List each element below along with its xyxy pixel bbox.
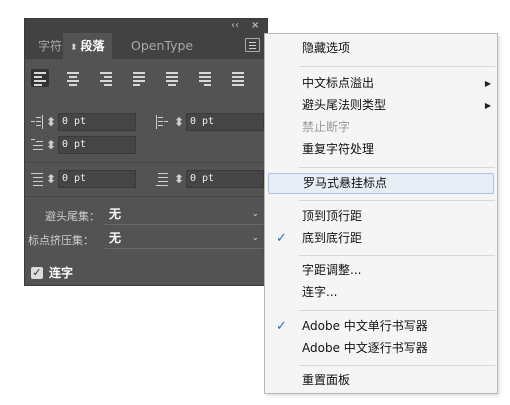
menu-separator xyxy=(299,200,495,201)
justify-all-icon[interactable] xyxy=(229,69,247,87)
space-after-icon xyxy=(156,172,168,186)
space-after-field[interactable]: 0 pt xyxy=(186,170,264,188)
chevron-down-icon: ⌄ xyxy=(251,233,259,243)
right-indent-field[interactable]: 0 pt xyxy=(186,113,264,131)
panel-flyout-menu: 隐藏选项 中文标点溢出 ▶ 避头尾法则类型 ▶ 禁止断字 重复字符处理 罗马式悬… xyxy=(264,33,498,394)
menu-separator xyxy=(299,66,495,67)
collapse-panel-icon[interactable]: ‹‹ xyxy=(231,19,239,33)
panel-tab-row: 字符 ⬍ 段落 OpenType xyxy=(25,33,267,59)
tab-paragraph[interactable]: ⬍ 段落 xyxy=(63,33,112,59)
space-before-spinner[interactable]: ⬍ xyxy=(46,172,56,186)
kinsoku-label: 避头尾集： xyxy=(45,210,100,223)
menu-item-kinsoku-type[interactable]: 避头尾法则类型 ▶ xyxy=(265,95,497,116)
right-indent-icon xyxy=(156,115,168,129)
align-right-icon[interactable] xyxy=(97,69,115,87)
justify-last-left-icon[interactable] xyxy=(130,69,148,87)
tab-arrows-icon: ⬍ xyxy=(70,43,78,53)
menu-item-burasagari[interactable]: 中文标点溢出 ▶ xyxy=(265,73,497,94)
menu-separator xyxy=(299,255,495,256)
menu-item-single-line-composer[interactable]: ✓ Adobe 中文单行书写器 xyxy=(265,316,497,337)
menu-separator xyxy=(299,167,495,168)
menu-item-justification[interactable]: 字距调整... xyxy=(265,260,497,281)
paragraph-panel: ‹‹ × 字符 ⬍ 段落 OpenType ⬍ 0 pt ⬍ 0 pt ⬍ 0 … xyxy=(24,18,268,286)
menu-item-hyphenation[interactable]: 连字... xyxy=(265,282,497,303)
check-icon: ✓ xyxy=(276,231,287,246)
menu-item-reset-panel[interactable]: 重置面板 xyxy=(265,370,497,391)
menu-item-roman-hanging-punctuation[interactable]: 罗马式悬挂标点 xyxy=(268,173,494,194)
menu-item-bottom-to-bottom-leading[interactable]: ✓ 底到底行距 xyxy=(265,228,497,249)
justify-last-right-icon[interactable] xyxy=(196,69,214,87)
hyphenation-label: 连字 xyxy=(49,266,74,280)
first-line-indent-icon xyxy=(31,138,43,152)
divider xyxy=(25,162,267,163)
space-before-icon xyxy=(31,172,43,186)
space-after-spinner[interactable]: ⬍ xyxy=(174,172,184,186)
kinsoku-dropdown[interactable]: 无 ⌄ xyxy=(105,205,263,225)
tab-opentype[interactable]: OpenType xyxy=(124,33,200,59)
hyphenation-checkbox[interactable]: ✓ xyxy=(31,267,43,279)
first-line-indent-spinner[interactable]: ⬍ xyxy=(46,138,56,152)
right-indent-spinner[interactable]: ⬍ xyxy=(174,115,184,129)
space-before-field[interactable]: 0 pt xyxy=(58,170,136,188)
submenu-arrow-icon: ▶ xyxy=(484,101,491,110)
left-indent-field[interactable]: 0 pt xyxy=(58,113,136,131)
justify-last-center-icon[interactable] xyxy=(163,69,181,87)
alignment-button-row xyxy=(31,69,263,87)
menu-item-no-break: 禁止断字 xyxy=(302,120,351,134)
check-icon: ✓ xyxy=(276,319,287,334)
panel-menu-button[interactable] xyxy=(245,38,260,52)
align-center-icon[interactable] xyxy=(64,69,82,87)
menu-separator xyxy=(299,310,495,311)
panel-title-bar: ‹‹ × xyxy=(25,19,267,33)
align-left-icon[interactable] xyxy=(31,69,49,87)
menu-item-every-line-composer[interactable]: Adobe 中文逐行书写器 xyxy=(265,338,497,359)
left-indent-spinner[interactable]: ⬍ xyxy=(46,115,56,129)
divider xyxy=(25,196,267,197)
left-indent-icon xyxy=(31,115,43,129)
mojikumi-dropdown[interactable]: 无 ⌄ xyxy=(105,229,263,249)
close-panel-icon[interactable]: × xyxy=(251,19,259,33)
mojikumi-label: 标点挤压集： xyxy=(28,234,94,247)
menu-separator xyxy=(299,365,495,366)
first-line-indent-field[interactable]: 0 pt xyxy=(58,136,136,154)
submenu-arrow-icon: ▶ xyxy=(484,79,491,88)
menu-item-hide-options[interactable]: 隐藏选项 xyxy=(265,38,497,59)
menu-item-top-to-top-leading[interactable]: 顶到顶行距 xyxy=(265,206,497,227)
menu-item-repeat-char[interactable]: 重复字符处理 xyxy=(265,139,497,160)
chevron-down-icon: ⌄ xyxy=(251,209,259,219)
